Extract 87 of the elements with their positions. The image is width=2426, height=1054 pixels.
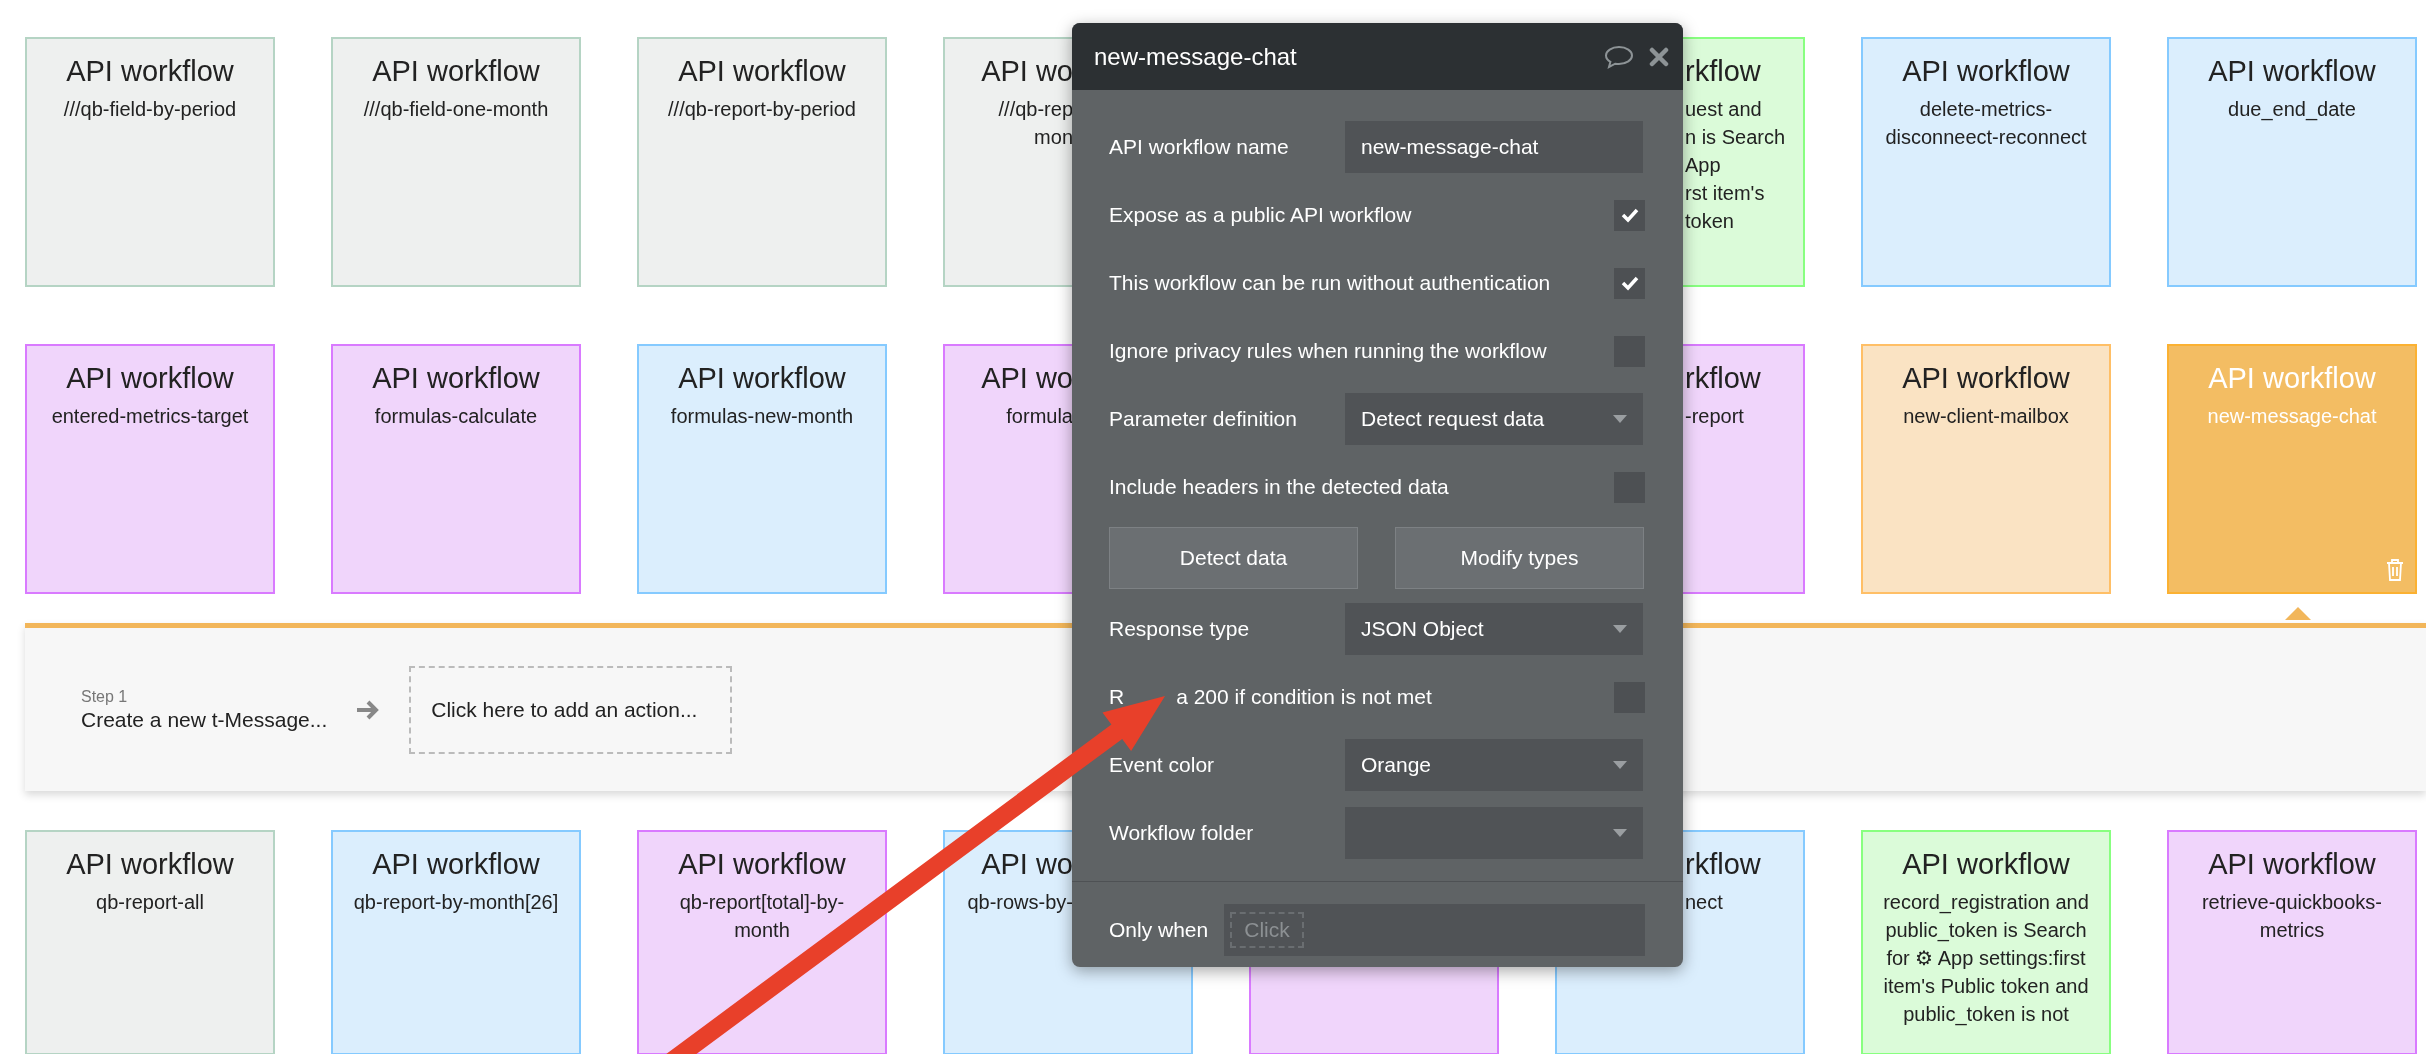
card-title: API workflow (1901, 54, 2071, 89)
checkbox-label: R (1109, 685, 1125, 708)
card-subtitle: ///qb-field-by-period (62, 97, 238, 122)
card-title: API workflow (371, 361, 541, 396)
add-action-button[interactable]: Click here to add an action... (409, 665, 733, 754)
card-subtitle: qb-rows-by- (966, 890, 1073, 915)
card-subtitle: entered-metrics-target (50, 404, 250, 429)
card-title: API workflow (65, 847, 235, 882)
field-label: Event color (1109, 753, 1216, 777)
workflow-card[interactable]: API workflow qb-report-all (25, 830, 275, 1054)
card-subtitle: qb-report-by-month[26] (352, 890, 560, 915)
card-subtitle: record_registration and public_token is Search for ⚙ App settings:first item's Public token and public_token is not (1882, 890, 2090, 1028)
card-subtitle: ///qb-field-one-month (362, 97, 550, 122)
workflow-card[interactable]: API workflow formulas-new-month (637, 344, 887, 594)
card-subtitle: -report (1685, 404, 1745, 429)
card-title: rkflow (1685, 847, 1762, 882)
workflow-card[interactable]: API workflow ///qb-field-by-period (25, 37, 275, 287)
card-subtitle: rst item's (1685, 181, 1766, 206)
close-icon[interactable] (1649, 46, 1669, 67)
card-title: API workflow (65, 361, 235, 396)
card-title: rkflow (1685, 361, 1762, 396)
card-subtitle: ///qb-report-by-period (667, 97, 857, 122)
card-title: API workflow (2207, 847, 2377, 882)
dropdown[interactable]: Detect request data (1345, 393, 1643, 445)
card-title: API wo (980, 847, 1073, 882)
step-action[interactable]: Create a new t-Message... (81, 706, 328, 733)
dropdown[interactable]: JSON Object (1345, 603, 1643, 655)
caret-icon (1613, 829, 1627, 837)
card-subtitle: new-client-mailbox (1902, 404, 2070, 429)
workflow-card[interactable]: API workflow entered-metrics-target (25, 344, 275, 594)
card-title: API workflow (1901, 361, 2071, 396)
step-label: Step 1 (81, 686, 129, 707)
caret-icon (1613, 415, 1627, 423)
workflow-card[interactable]: API workflow ///qb-report-by-period (637, 37, 887, 287)
workflow-card[interactable]: API workflow qb-report-by-month[26] (331, 830, 581, 1054)
caret-icon (1613, 625, 1627, 633)
workflow-card[interactable]: API workflow ///qb-field-one-month (331, 37, 581, 287)
card-title: API workflow (371, 847, 541, 882)
card-subtitle: qb-report[total]-by-month (678, 890, 846, 943)
card-subtitle: delete-metrics-disconneect-reconnect (1884, 97, 2088, 150)
card-subtitle: token (1685, 209, 1735, 234)
card-title: API workflow (65, 54, 235, 89)
workflow-card[interactable]: API workflow due_end_date (2167, 37, 2417, 287)
pointer-caret-icon (2285, 607, 2311, 620)
field-label: Response type (1109, 617, 1251, 641)
card-subtitle: due_end_date (2227, 97, 2357, 123)
card-title: API workflow (371, 54, 541, 89)
card-subtitle: uest and (1685, 97, 1763, 122)
checkbox[interactable] (1614, 199, 1645, 231)
caret-icon (1613, 761, 1627, 769)
dropdown[interactable]: Orange (1345, 739, 1643, 791)
card-title: API wo (980, 54, 1073, 89)
card-title: API workflow (1901, 847, 2071, 882)
workflow-card[interactable]: API workflow retrieve-quickbooks-metrics (2167, 830, 2417, 1054)
action-button[interactable]: Modify types (1395, 527, 1644, 589)
card-title: API workflow (677, 847, 847, 882)
card-title: API workflow (677, 361, 847, 396)
workflow-card[interactable]: API workflow qb-report[total]-by-month (637, 830, 887, 1054)
card-subtitle: formulas-calculate (373, 404, 539, 429)
card-title: rkflow (1685, 54, 1762, 89)
workflow-card[interactable]: API workflow delete-metrics-disconneect-reconnect (1861, 37, 2111, 287)
card-subtitle: formulas-new-month (669, 404, 855, 429)
check-icon (1620, 275, 1639, 291)
action-button[interactable]: Detect data (1109, 527, 1358, 589)
checkbox-label: a 200 if condition is not met (1176, 685, 1432, 708)
name-input-field[interactable]: new-message-chat (1345, 121, 1643, 173)
workflow-card[interactable]: API workflow formulas-calculate (331, 344, 581, 594)
card-subtitle: ///qb-rep (997, 97, 1073, 122)
card-title: API wo (980, 361, 1073, 396)
workflow-card[interactable]: API workflow record_registration and public_token is Search for ⚙ App settings:first item's Public token and public_token is not (1861, 830, 2111, 1054)
card-subtitle: App (1685, 153, 1722, 178)
card-subtitle: retrieve-quickbooks-metrics (2200, 890, 2384, 943)
card-title: API workflow (677, 54, 847, 89)
card-subtitle: n is Search (1685, 125, 1787, 150)
card-subtitle: formula (1005, 404, 1073, 429)
dropdown[interactable] (1345, 807, 1643, 859)
comment-icon[interactable] (1603, 43, 1635, 70)
checkbox[interactable] (1614, 267, 1645, 299)
card-title: API workflow (2207, 54, 2377, 89)
check-icon (1620, 207, 1639, 223)
trash-icon[interactable] (2385, 558, 2405, 582)
card-subtitle: qb-report-all (95, 890, 205, 915)
workflow-card[interactable]: API workflow new-client-mailbox (1861, 344, 2111, 594)
card-title: API workflow (2207, 361, 2377, 396)
card-subtitle: new-message-chat (2206, 404, 2378, 429)
card-subtitle: nect (1685, 890, 1724, 915)
card-subtitle: mon (1033, 125, 1073, 150)
